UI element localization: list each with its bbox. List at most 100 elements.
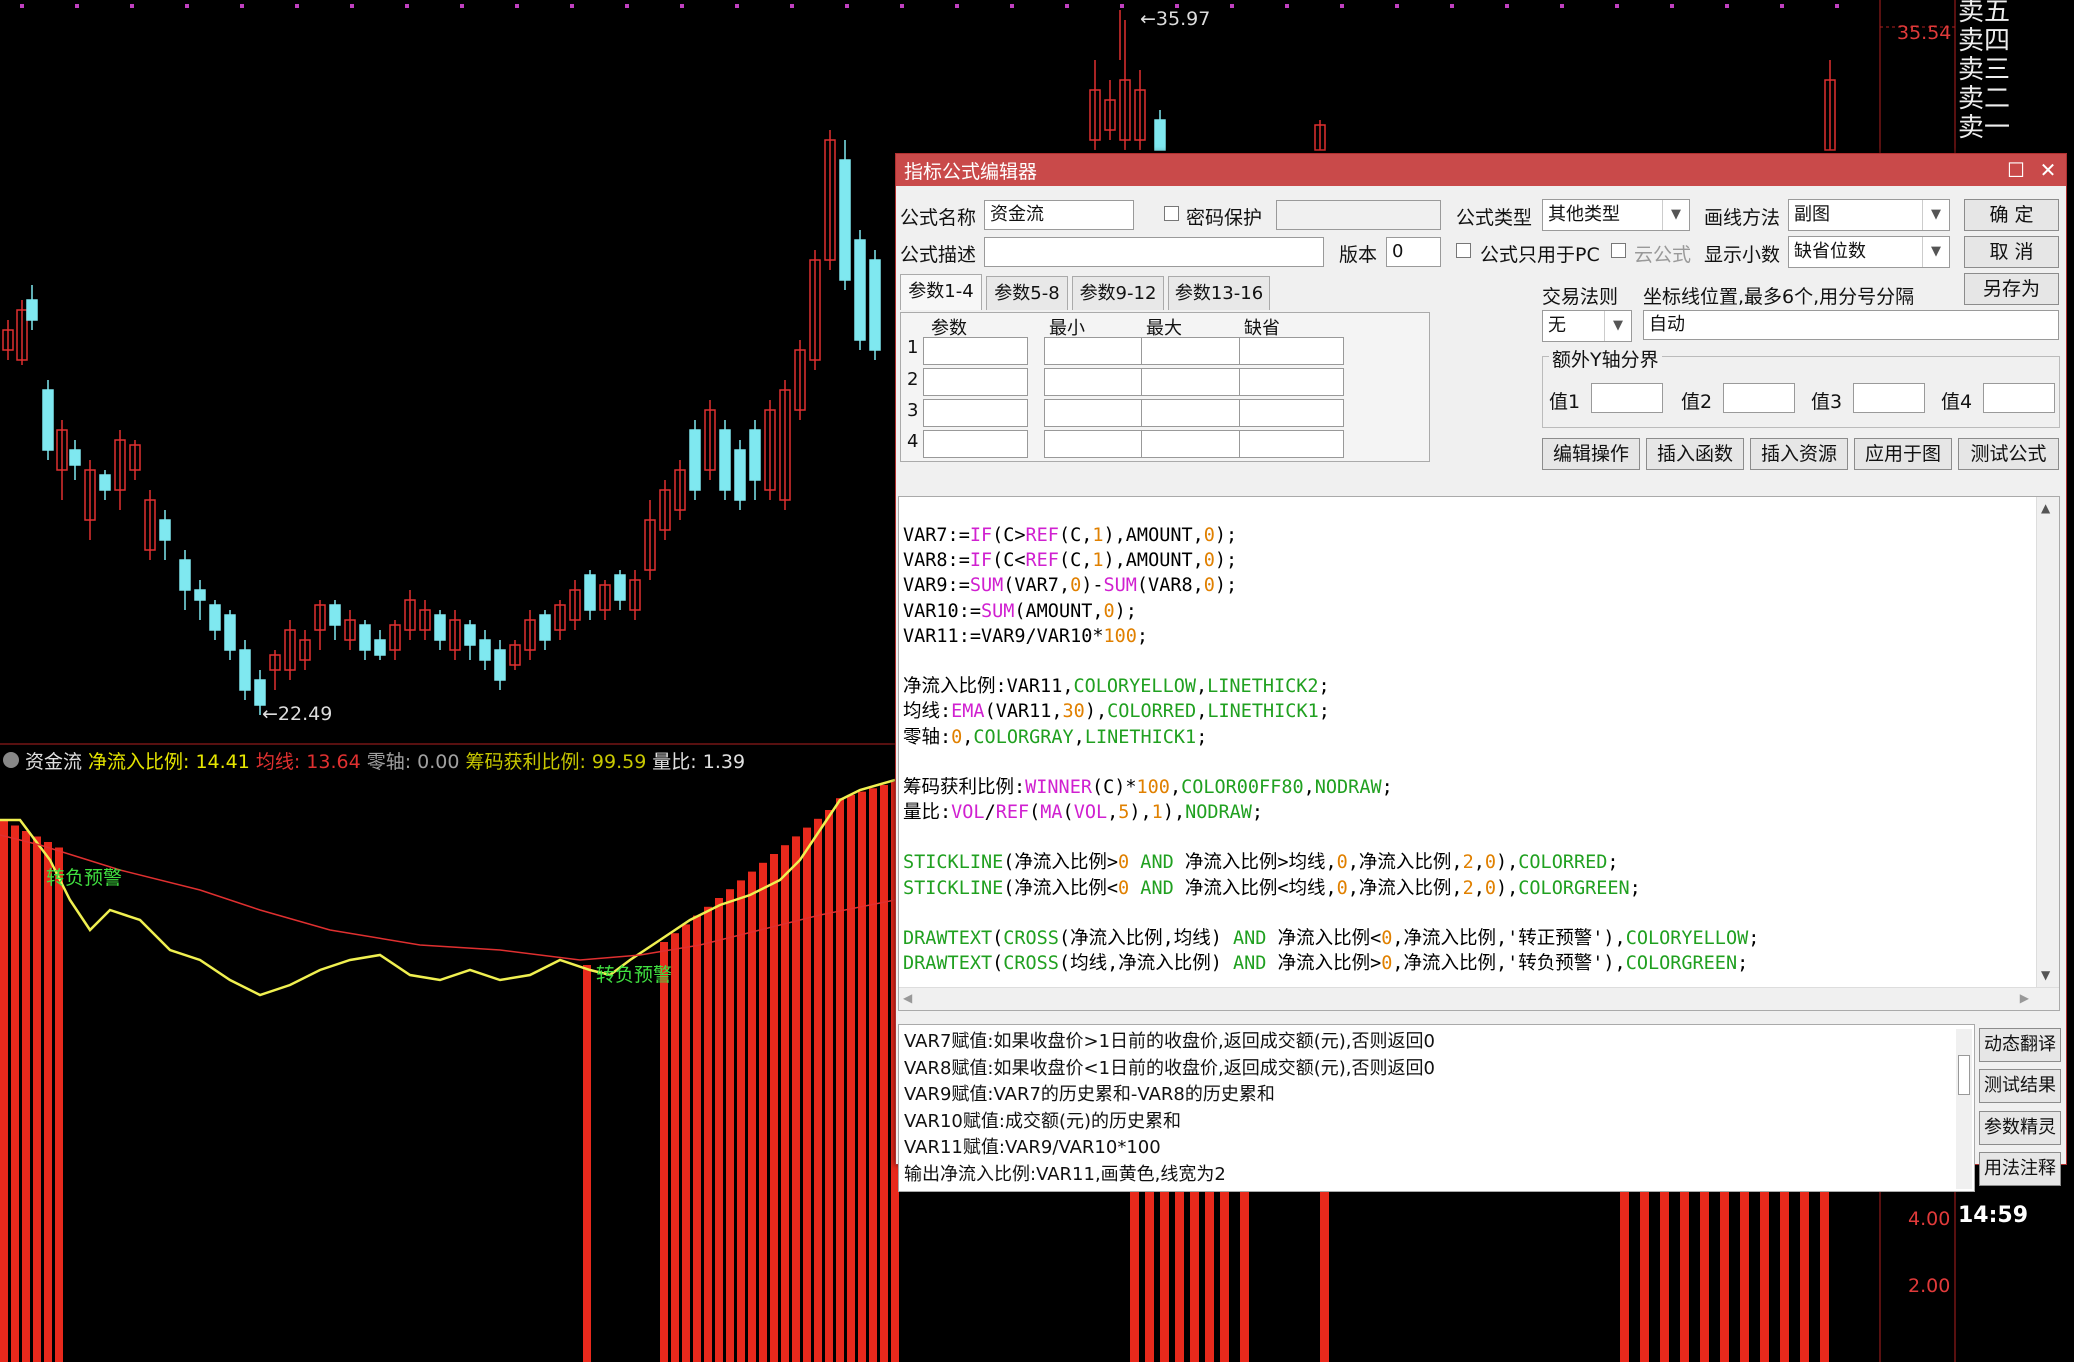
param-cell[interactable]: [1044, 337, 1149, 365]
edit-operation-button[interactable]: 编辑操作: [1542, 438, 1640, 470]
close-icon[interactable]: ✕: [2032, 154, 2064, 186]
ok-button[interactable]: 确 定: [1964, 199, 2059, 231]
description-scrollbar[interactable]: [1956, 1029, 1972, 1189]
code-line[interactable]: DRAWTEXT(CROSS(净流入比例,均线) AND 净流入比例<0,净流入…: [903, 926, 1759, 951]
candlestick: [1154, 119, 1166, 151]
formula-desc-input[interactable]: [984, 237, 1324, 267]
maximize-icon[interactable]: ☐: [2000, 154, 2032, 186]
code-line[interactable]: VAR7:=IF(C>REF(C,1),AMOUNT,0);: [903, 523, 1759, 548]
code-token: ),AMOUNT,: [1103, 550, 1204, 572]
decimals-select[interactable]: 缺省位数 ▼: [1788, 236, 1950, 268]
password-input[interactable]: [1276, 200, 1441, 230]
draw-method-select[interactable]: 副图 ▼: [1788, 199, 1950, 231]
value-4-input[interactable]: [1983, 383, 2055, 413]
candlestick: [749, 429, 761, 481]
trade-rule-select[interactable]: 无 ▼: [1542, 310, 1632, 342]
tab-params-13-16[interactable]: 参数13-16: [1168, 276, 1270, 310]
param-cell[interactable]: [1141, 399, 1246, 427]
tab-params-5-8[interactable]: 参数5-8: [986, 276, 1068, 310]
tab-params-9-12[interactable]: 参数9-12: [1072, 276, 1164, 310]
code-token: );: [1214, 550, 1238, 572]
formula-code[interactable]: VAR7:=IF(C>REF(C,1),AMOUNT,0); VAR8:=IF(C…: [903, 523, 1759, 976]
code-line[interactable]: 净流入比例:VAR11,COLORYELLOW,LINETHICK2;: [903, 674, 1759, 699]
param-cell[interactable]: [1044, 399, 1149, 427]
insert-resource-button[interactable]: 插入资源: [1750, 438, 1848, 470]
param-cell[interactable]: [923, 430, 1028, 458]
code-line[interactable]: STICKLINE(净流入比例<0 AND 净流入比例<均线,0,净流入比例,2…: [903, 876, 1759, 901]
formula-type-select[interactable]: 其他类型 ▼: [1542, 199, 1690, 231]
param-cell[interactable]: [1239, 337, 1344, 365]
param-cell[interactable]: [1141, 430, 1246, 458]
value-2-input[interactable]: [1723, 383, 1795, 413]
low-arrow-icon: ←: [262, 703, 278, 725]
param-cell[interactable]: [923, 368, 1028, 396]
collapse-icon[interactable]: [3, 752, 19, 768]
code-token: 量比:: [903, 802, 952, 824]
param-cell[interactable]: [1044, 430, 1149, 458]
dialog-titlebar[interactable]: 指标公式编辑器 ☐ ✕: [896, 154, 2066, 186]
code-line[interactable]: [903, 825, 1759, 850]
value-3-input[interactable]: [1853, 383, 1925, 413]
code-line[interactable]: [903, 649, 1759, 674]
param-wizard-button[interactable]: 参数精灵: [1979, 1111, 2061, 1145]
code-token: 0: [1381, 928, 1393, 949]
code-line[interactable]: VAR9:=SUM(VAR7,0)-SUM(VAR8,0);: [903, 573, 1759, 598]
indicator-bar: [660, 942, 668, 1362]
code-line[interactable]: 零轴:0,COLORGRAY,LINETHICK1;: [903, 725, 1759, 750]
code-token: (VAR11,: [984, 701, 1063, 723]
code-line[interactable]: 均线:EMA(VAR11,30),COLORRED,LINETHICK1;: [903, 699, 1759, 724]
param-cell[interactable]: [1239, 430, 1344, 458]
test-result-button[interactable]: 测试结果: [1979, 1069, 2061, 1103]
param-row-1: 1: [907, 337, 919, 358]
test-formula-button[interactable]: 测试公式: [1958, 438, 2059, 470]
code-line[interactable]: 筹码获利比例:WINNER(C)*100,COLOR00FF80,NODRAW;: [903, 775, 1759, 800]
formula-description-panel[interactable]: VAR7赋值:如果收盘价>1日前的收盘价,返回成交额(元),否则返回0 VAR8…: [898, 1024, 1975, 1192]
grid-dot: [845, 4, 849, 8]
description-scroll-thumb[interactable]: [1958, 1055, 1970, 1095]
param-cell[interactable]: [1141, 368, 1246, 396]
code-line[interactable]: [903, 901, 1759, 926]
formula-code-editor[interactable]: VAR7:=IF(C>REF(C,1),AMOUNT,0); VAR8:=IF(C…: [898, 496, 2060, 1011]
param-cell[interactable]: [1141, 337, 1246, 365]
cloud-checkbox[interactable]: [1611, 243, 1626, 258]
code-line[interactable]: VAR8:=IF(C<REF(C,1),AMOUNT,0);: [903, 548, 1759, 573]
param-cell[interactable]: [1239, 368, 1344, 396]
param-cell[interactable]: [1044, 368, 1149, 396]
pc-only-checkbox[interactable]: [1456, 243, 1471, 258]
scroll-right-icon[interactable]: ▶: [2020, 991, 2029, 1005]
scroll-left-icon[interactable]: ◀: [903, 991, 912, 1005]
axis-position-input[interactable]: 自动: [1643, 310, 2059, 340]
code-line[interactable]: 量比:VOL/REF(MA(VOL,5),1),NODRAW;: [903, 800, 1759, 825]
code-token: 0: [1336, 852, 1348, 874]
scroll-up-icon[interactable]: ▲: [2041, 501, 2050, 515]
code-line[interactable]: STICKLINE(净流入比例>0 AND 净流入比例>均线,0,净流入比例,2…: [903, 850, 1759, 875]
cancel-button[interactable]: 取 消: [1964, 236, 2059, 268]
code-token: COLORRED: [1518, 852, 1608, 874]
code-line[interactable]: VAR10:=SUM(AMOUNT,0);: [903, 599, 1759, 624]
code-token: )-: [1081, 575, 1104, 597]
param-cell[interactable]: [923, 399, 1028, 427]
code-vertical-scrollbar[interactable]: ▲ ▼: [2036, 497, 2059, 1010]
indicator-bar: [803, 827, 811, 1362]
insert-function-button[interactable]: 插入函数: [1646, 438, 1744, 470]
save-as-button[interactable]: 另存为: [1964, 273, 2059, 305]
version-input[interactable]: 0: [1386, 237, 1441, 267]
value-1-input[interactable]: [1591, 383, 1663, 413]
indicator-name[interactable]: 资金流: [25, 747, 82, 774]
code-line[interactable]: VAR11:=VAR9/VAR10*100;: [903, 624, 1759, 649]
scroll-down-icon[interactable]: ▼: [2041, 968, 2050, 982]
tab-params-1-4[interactable]: 参数1-4: [900, 274, 982, 310]
candlestick: [734, 449, 746, 501]
param-cell[interactable]: [1239, 399, 1344, 427]
grid-dot: [570, 4, 574, 8]
code-horizontal-scrollbar[interactable]: ◀ ▶: [899, 987, 2059, 1010]
usage-notes-button[interactable]: 用法注释: [1979, 1152, 2061, 1186]
dynamic-translate-button[interactable]: 动态翻译: [1979, 1028, 2061, 1062]
code-line[interactable]: [903, 750, 1759, 775]
formula-name-input[interactable]: 资金流: [984, 200, 1134, 230]
password-checkbox[interactable]: [1164, 206, 1179, 221]
apply-to-chart-button[interactable]: 应用于图: [1854, 438, 1952, 470]
param-cell[interactable]: [923, 337, 1028, 365]
code-line[interactable]: DRAWTEXT(CROSS(均线,净流入比例) AND 净流入比例>0,净流入…: [903, 951, 1759, 976]
indicator-bar: [858, 791, 866, 1362]
